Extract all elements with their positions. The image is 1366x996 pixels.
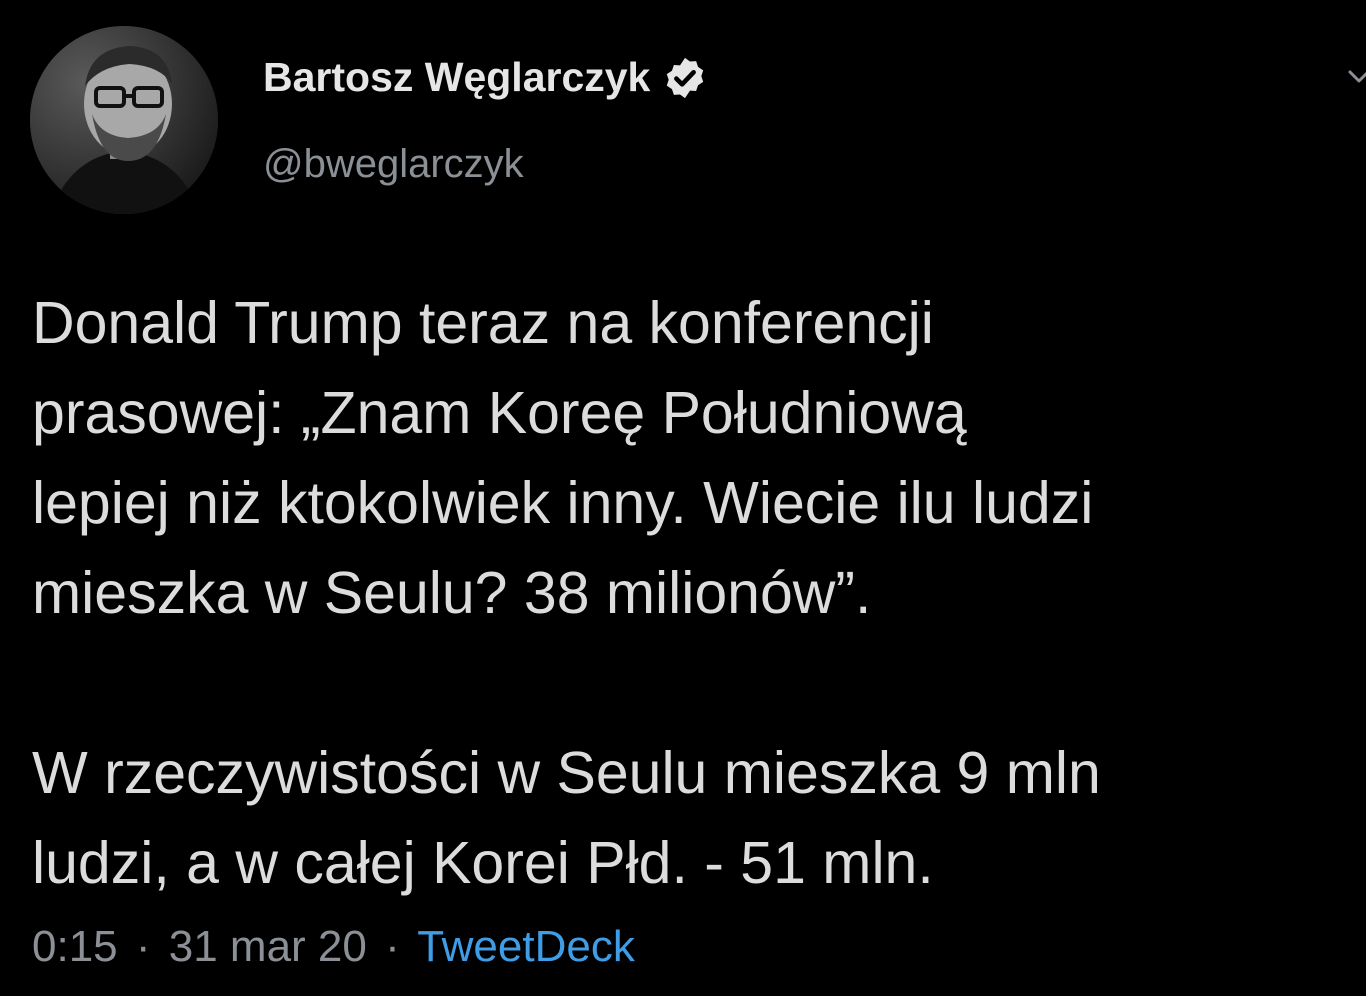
- user-photo-avatar: [30, 26, 218, 214]
- author-handle[interactable]: @bweglarczyk: [263, 142, 524, 187]
- tweet-line: W rzeczywistości w Seulu mieszka 9 mln: [32, 740, 1101, 806]
- avatar[interactable]: [30, 26, 218, 214]
- tweet-line: prasowej: „Znam Koreę Południową: [32, 380, 967, 446]
- author-name-text: Bartosz Węglarczyk: [263, 54, 651, 100]
- tweet-text: Donald Trump teraz na konferencji prasow…: [32, 278, 1352, 908]
- tweet-date[interactable]: 31 mar 20: [169, 922, 367, 971]
- tweet-line: lepiej niż ktokolwiek inny. Wiecie ilu l…: [32, 470, 1094, 536]
- tweet-line: Donald Trump teraz na konferencji: [32, 290, 934, 356]
- chevron-down-icon[interactable]: [1344, 62, 1366, 92]
- separator: ·: [135, 922, 151, 971]
- tweet-source-link[interactable]: TweetDeck: [417, 922, 635, 971]
- tweet-line: ludzi, a w całej Korei Płd. - 51 mln.: [32, 830, 934, 896]
- separator: ·: [385, 922, 400, 971]
- tweet: Bartosz Węglarczyk @bweglarczyk Donald T…: [0, 0, 1366, 996]
- tweet-metadata: 0:15 · 31 mar 20 · TweetDeck: [32, 922, 635, 972]
- tweet-line: mieszka w Seulu? 38 milionów”.: [32, 560, 872, 626]
- tweet-time[interactable]: 0:15: [32, 922, 118, 971]
- verified-badge-icon: [662, 55, 708, 101]
- author-display-name[interactable]: Bartosz Węglarczyk: [263, 54, 708, 101]
